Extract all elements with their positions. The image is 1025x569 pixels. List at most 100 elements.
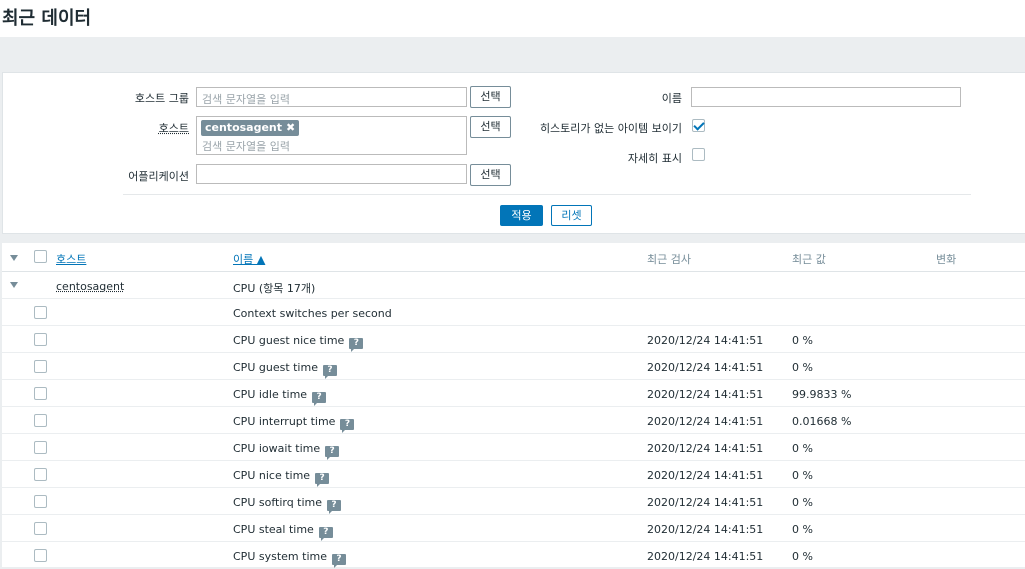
show-details-label: 자세히 표시	[627, 152, 682, 165]
table-header: 호스트 이름 ▲ 최근 검사 최근 값 변화	[2, 243, 1025, 272]
help-icon[interactable]: ?	[349, 338, 364, 352]
header-last-check: 최근 검사	[647, 253, 691, 266]
help-icon[interactable]: ?	[340, 419, 355, 433]
host-groups-input[interactable]: 검색 문자열을 입력	[196, 87, 467, 107]
hosts-label: 호스트	[158, 122, 189, 135]
name-input[interactable]	[691, 87, 961, 107]
item-name: CPU guest time?	[233, 361, 337, 379]
item-last-value: 0 %	[792, 469, 813, 482]
row-checkbox[interactable]	[34, 414, 47, 427]
item-name-text: CPU system time	[233, 550, 327, 563]
item-name-text: Context switches per second	[233, 307, 392, 320]
host-chip: centosagent ✖	[201, 120, 300, 136]
page-title: 최근 데이터	[2, 8, 92, 29]
group-host[interactable]: centosagent	[56, 280, 124, 293]
item-last-check: 2020/12/24 14:41:51	[647, 415, 764, 428]
host-groups-placeholder: 검색 문자열을 입력	[202, 93, 290, 106]
row-checkbox[interactable]	[34, 441, 47, 454]
show-without-history-label: 히스토리가 없는 아이템 보이기	[539, 122, 682, 135]
item-last-value: 0.01668 %	[792, 415, 852, 428]
row-checkbox[interactable]	[34, 495, 47, 508]
collapse-all-icon[interactable]	[10, 255, 18, 261]
row-checkbox[interactable]	[34, 522, 47, 535]
item-name-text: CPU guest time	[233, 361, 318, 374]
host-groups-label: 호스트 그룹	[134, 92, 189, 105]
host-chip-label: centosagent	[205, 121, 283, 134]
application-select-button[interactable]: 선택	[470, 164, 511, 186]
help-icon[interactable]: ?	[318, 527, 333, 541]
table-row: CPU softirq time? 2020/12/24 14:41:51 0 %	[2, 488, 1025, 515]
host-groups-select-button[interactable]: 선택	[470, 86, 511, 108]
row-checkbox[interactable]	[34, 468, 47, 481]
table-row: CPU guest nice time? 2020/12/24 14:41:51 0…	[2, 326, 1025, 353]
group-title: CPU (항목 17개)	[233, 282, 316, 295]
filter-divider	[123, 194, 971, 195]
row-checkbox[interactable]	[34, 360, 47, 373]
item-last-value: 0 %	[792, 523, 813, 536]
item-last-value: 0 %	[792, 334, 813, 347]
item-last-check: 2020/12/24 14:41:51	[647, 496, 764, 509]
table-row: Context switches per second	[2, 299, 1025, 326]
help-icon[interactable]: ?	[327, 500, 342, 514]
header-host[interactable]: 호스트	[56, 251, 86, 267]
show-without-history-checkbox[interactable]	[692, 119, 705, 132]
apply-button[interactable]: 적용	[500, 205, 543, 226]
name-label: 이름	[661, 92, 682, 105]
help-icon[interactable]: ?	[325, 446, 340, 460]
help-icon[interactable]: ?	[315, 473, 330, 487]
item-last-value: 99.9833 %	[792, 388, 852, 401]
row-checkbox[interactable]	[34, 333, 47, 346]
row-checkbox[interactable]	[34, 306, 47, 319]
chip-remove-icon[interactable]: ✖	[286, 121, 295, 134]
latest-data-table: 호스트 이름 ▲ 최근 검사 최근 값 변화 centosagent CPU (…	[2, 243, 1025, 569]
item-last-check: 2020/12/24 14:41:51	[647, 523, 764, 536]
item-last-value: 0 %	[792, 550, 813, 563]
filter-panel: 호스트 그룹 검색 문자열을 입력 선택 호스트 centosagent ✖ 검색…	[2, 72, 1025, 234]
table-row: CPU system time? 2020/12/24 14:41:51 0 %	[2, 542, 1025, 569]
reset-button[interactable]: 리셋	[551, 205, 592, 226]
item-last-check: 2020/12/24 14:41:51	[647, 550, 764, 563]
item-name: CPU nice time?	[233, 469, 330, 487]
item-name-text: CPU steal time	[233, 523, 314, 536]
item-last-check: 2020/12/24 14:41:51	[647, 469, 764, 482]
show-details-checkbox[interactable]	[692, 148, 705, 161]
row-checkbox[interactable]	[34, 387, 47, 400]
header-last-value: 최근 값	[792, 253, 826, 266]
help-icon[interactable]: ?	[322, 365, 337, 379]
item-name: CPU interrupt time?	[233, 415, 355, 433]
hosts-input[interactable]: centosagent ✖ 검색 문자열을 입력	[196, 116, 467, 155]
header-name[interactable]: 이름 ▲	[233, 251, 265, 267]
item-name: CPU iowait time?	[233, 442, 340, 460]
item-name: CPU idle time?	[233, 388, 327, 406]
item-last-check: 2020/12/24 14:41:51	[647, 334, 764, 347]
select-all-checkbox[interactable]	[34, 250, 47, 263]
item-name-text: CPU interrupt time	[233, 415, 336, 428]
help-icon[interactable]: ?	[312, 392, 327, 406]
help-icon[interactable]: ?	[331, 554, 346, 568]
item-name: CPU guest nice time?	[233, 334, 364, 352]
hosts-select-button[interactable]: 선택	[470, 116, 511, 138]
table-row: CPU idle time? 2020/12/24 14:41:51 99.9833…	[2, 380, 1025, 407]
item-last-value: 0 %	[792, 442, 813, 455]
item-last-value: 0 %	[792, 496, 813, 509]
application-label: 어플리케이션	[128, 170, 189, 183]
item-name-text: CPU softirq time	[233, 496, 323, 509]
item-name-text: CPU nice time	[233, 469, 311, 482]
table-row: CPU interrupt time? 2020/12/24 14:41:51 0.…	[2, 407, 1025, 434]
collapse-group-icon[interactable]	[10, 282, 18, 288]
item-name: CPU steal time?	[233, 523, 333, 541]
item-last-value: 0 %	[792, 361, 813, 374]
item-name-text: CPU idle time	[233, 388, 308, 401]
table-row: CPU guest time? 2020/12/24 14:41:51 0 %	[2, 353, 1025, 380]
table-row: CPU nice time? 2020/12/24 14:41:51 0 %	[2, 461, 1025, 488]
item-last-check: 2020/12/24 14:41:51	[647, 442, 764, 455]
row-checkbox[interactable]	[34, 549, 47, 562]
item-name-text: CPU iowait time	[233, 442, 321, 455]
group-row: centosagent CPU (항목 17개)	[2, 272, 1025, 299]
title-bar: 최근 데이터	[0, 0, 1025, 37]
item-last-check: 2020/12/24 14:41:51	[647, 388, 764, 401]
item-name-text: CPU guest nice time	[233, 334, 345, 347]
application-input[interactable]	[196, 164, 467, 184]
table-row: CPU iowait time? 2020/12/24 14:41:51 0 %	[2, 434, 1025, 461]
header-change: 변화	[936, 253, 957, 266]
